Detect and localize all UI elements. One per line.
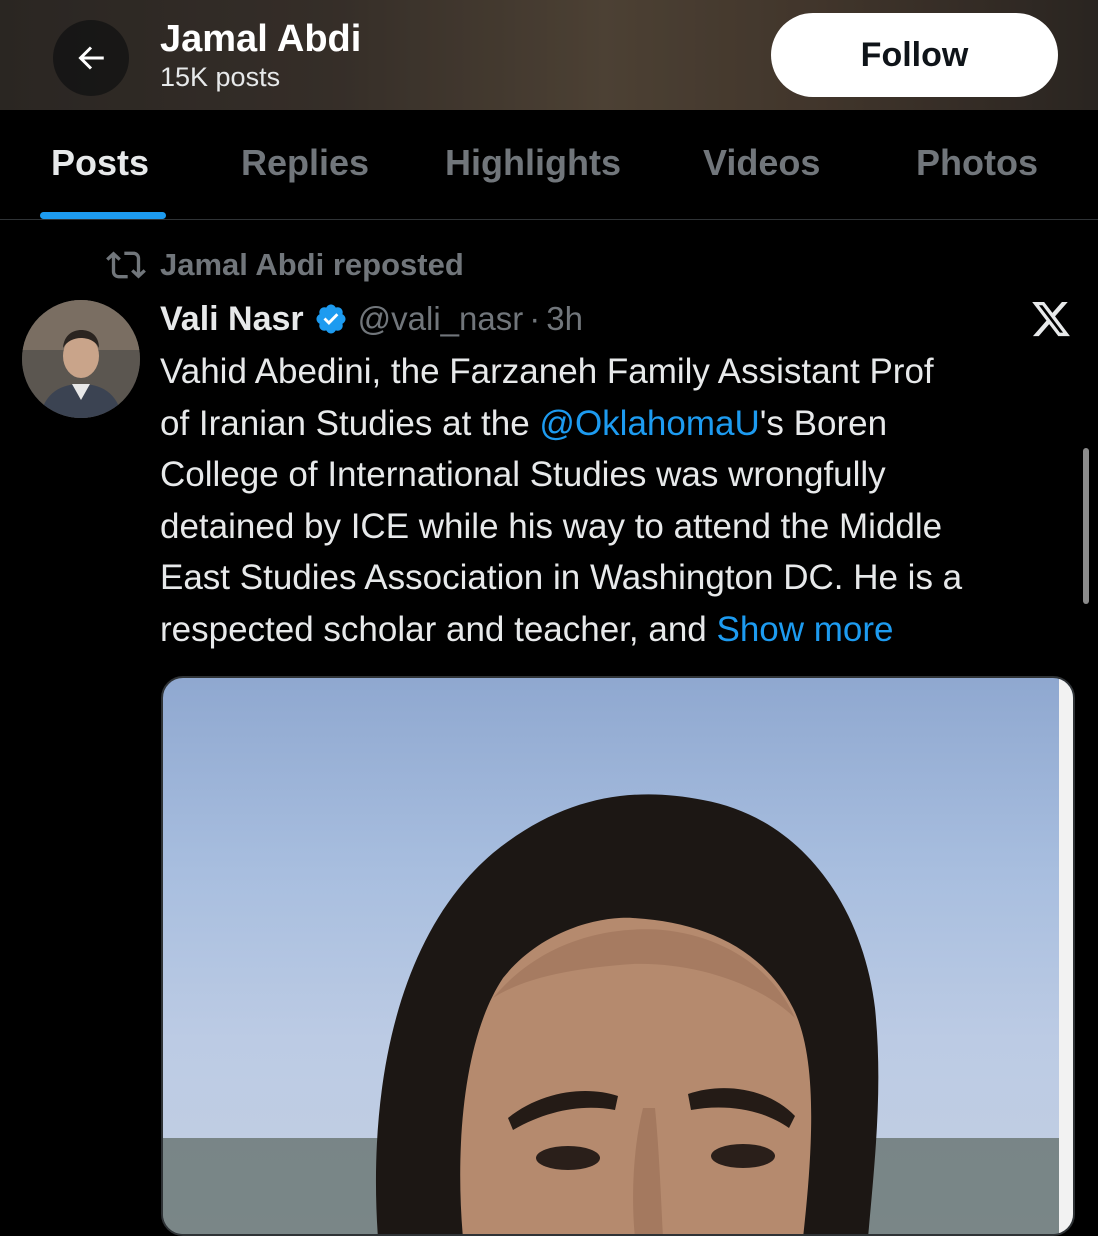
author-handle[interactable]: @vali_nasr (358, 300, 524, 338)
text-segment: Vahid Abedini, the Farzaneh Family Assis… (160, 352, 934, 391)
text-segment: respected scholar and teacher, and (160, 609, 717, 649)
tab-posts[interactable]: Posts (51, 142, 149, 184)
post-text-line: detained by ICE while his way to attend … (160, 501, 1080, 553)
avatar-photo (22, 300, 140, 418)
arrow-left-icon (78, 46, 104, 70)
media-edge (1059, 678, 1073, 1234)
portrait-photo (163, 794, 1073, 1234)
post-text-line: College of International Studies was wro… (160, 449, 1080, 501)
tab-photos[interactable]: Photos (916, 142, 1038, 184)
post-count: 15K posts (160, 62, 281, 92)
back-button[interactable] (53, 20, 129, 96)
post-time[interactable]: 3h (546, 300, 583, 338)
x-logo-icon[interactable] (1030, 298, 1072, 340)
mention-link[interactable]: @OklahomaU (539, 404, 759, 443)
text-segment: of Iranian Studies at the (160, 403, 540, 443)
repost-icon (106, 251, 146, 279)
profile-tabs: Posts Replies Highlights Videos Photos (0, 110, 1098, 220)
scrollbar[interactable] (1083, 448, 1089, 604)
text-segment: East Studies Association in Washington D… (160, 558, 963, 597)
avatar[interactable] (22, 300, 140, 418)
post-text-line: respected scholar and teacher, and Show … (160, 604, 1080, 656)
separator: · (529, 300, 541, 337)
post-text: Vahid Abedini, the Farzaneh Family Assis… (160, 346, 1080, 655)
text-segment: College of International Studies was wro… (160, 455, 886, 494)
follow-button[interactable]: Follow (771, 13, 1058, 97)
tab-highlights[interactable]: Highlights (445, 142, 621, 184)
text-segment: 's Boren (759, 403, 888, 443)
author-name[interactable]: Vali Nasr (160, 300, 304, 339)
post-media-image[interactable] (161, 676, 1075, 1236)
repost-context[interactable]: Jamal Abdi reposted (106, 245, 464, 285)
verified-badge-icon (316, 304, 346, 334)
text-segment: detained by ICE while his way to attend … (160, 506, 943, 546)
repost-label: Jamal Abdi reposted (160, 247, 464, 282)
tab-videos[interactable]: Videos (703, 142, 820, 184)
profile-header: Jamal Abdi 15K posts Follow (0, 0, 1098, 110)
post-text-line: of Iranian Studies at the @OklahomaU's B… (160, 398, 1080, 450)
tab-replies[interactable]: Replies (241, 142, 369, 184)
post-text-line: Vahid Abedini, the Farzaneh Family Assis… (160, 346, 1080, 398)
author-row: Vali Nasr @vali_nasr · 3h (160, 296, 583, 342)
show-more-link[interactable]: Show more (716, 610, 893, 649)
post-text-line: East Studies Association in Washington D… (160, 552, 1080, 604)
profile-name: Jamal Abdi (160, 18, 362, 60)
active-tab-indicator (40, 212, 166, 219)
